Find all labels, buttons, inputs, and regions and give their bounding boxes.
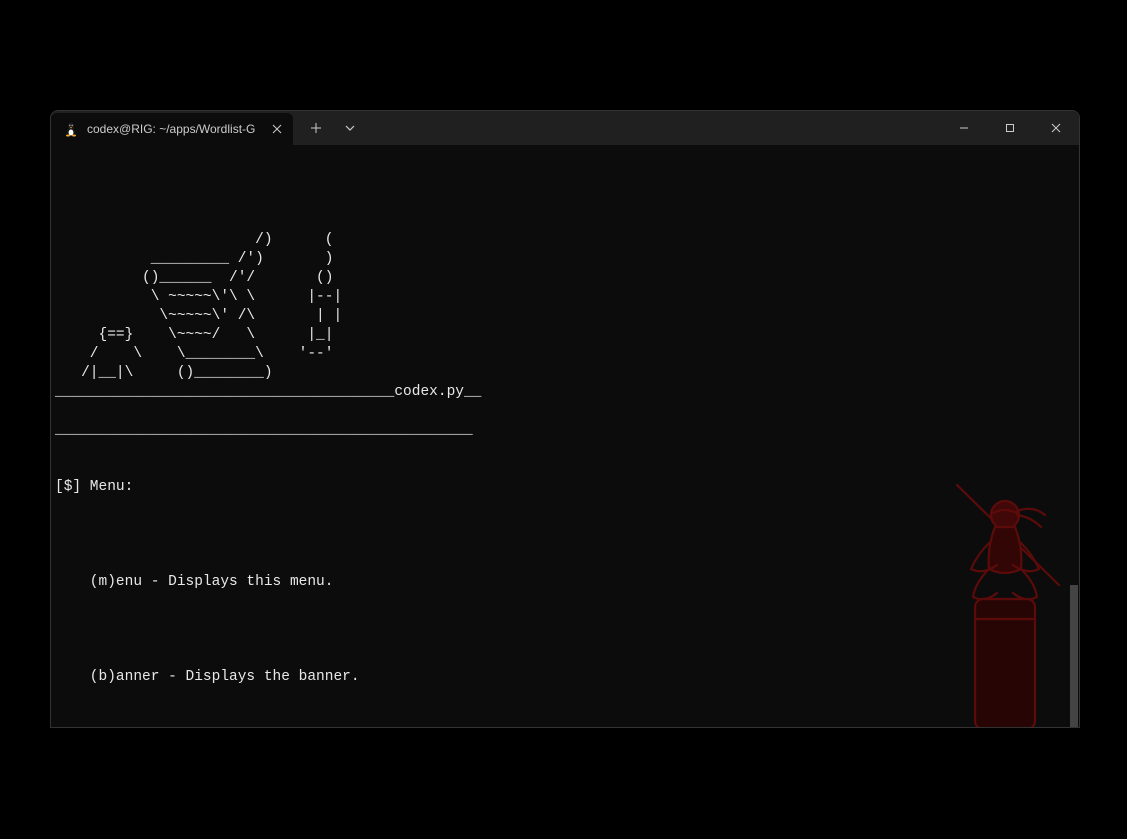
window-controls <box>941 111 1079 145</box>
menu-header: [$] Menu: <box>55 478 1075 497</box>
maximize-button[interactable] <box>987 111 1033 145</box>
tab-dropdown-button[interactable] <box>333 111 367 145</box>
scrollbar-thumb[interactable] <box>1070 585 1078 727</box>
terminal-window: codex@RIG: ~/apps/Wordlist-G <box>50 110 1080 728</box>
terminal-body[interactable]: /) ( _________ /') ) ()______ /'/ () \ ~… <box>51 145 1079 727</box>
menu-item-menu: (m)enu - Displays this menu. <box>55 573 1075 592</box>
title-bar-drag-area[interactable] <box>367 111 941 145</box>
close-window-button[interactable] <box>1033 111 1079 145</box>
blank-line <box>55 516 1075 535</box>
minimize-button[interactable] <box>941 111 987 145</box>
ascii-banner: /) ( _________ /') ) ()______ /'/ () \ ~… <box>55 231 1075 440</box>
tab-actions <box>293 111 367 145</box>
ninja-background-art <box>917 477 1077 727</box>
tab-title: codex@RIG: ~/apps/Wordlist-G <box>87 122 261 136</box>
menu-item-banner: (b)anner - Displays the banner. <box>55 668 1075 687</box>
tab-close-button[interactable] <box>269 121 285 137</box>
terminal-tab[interactable]: codex@RIG: ~/apps/Wordlist-G <box>51 113 293 145</box>
title-bar: codex@RIG: ~/apps/Wordlist-G <box>51 111 1079 145</box>
new-tab-button[interactable] <box>299 111 333 145</box>
linux-penguin-icon <box>63 121 79 137</box>
